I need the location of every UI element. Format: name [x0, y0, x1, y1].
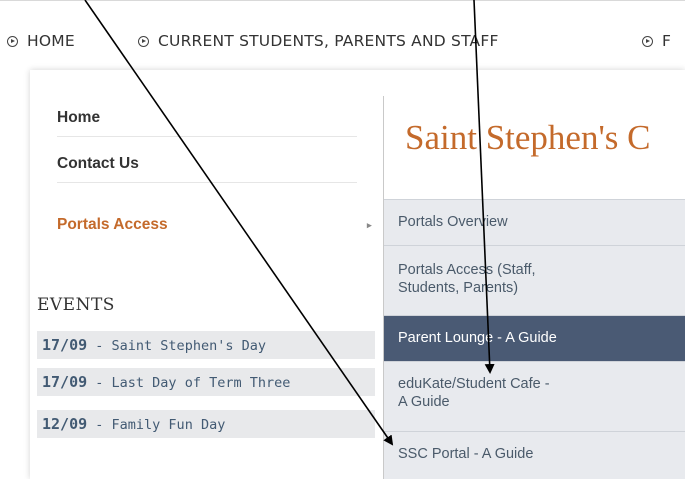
arrow-annotation	[84, 0, 394, 446]
annotation-arrows	[84, 0, 495, 446]
arrow-annotation	[473, 0, 495, 374]
